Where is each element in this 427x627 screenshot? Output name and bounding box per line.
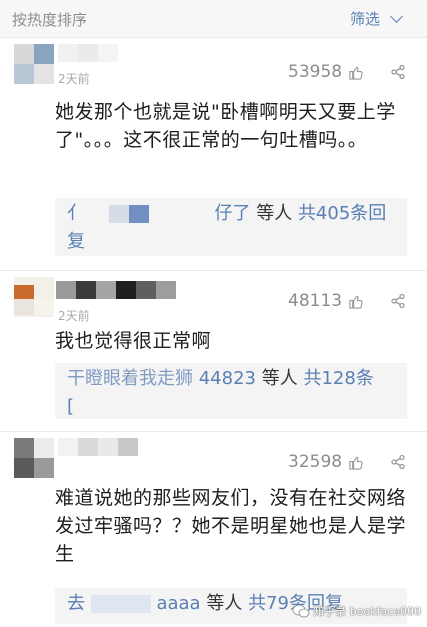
reply-author-tail[interactable]: 仔了 [214,203,250,224]
comment-text: 她发那个也就是说"卧槽啊明天又要上学了"。。。这不很正常的一句吐槽吗。。 [55,101,396,151]
comment-text: 我也觉得很正常啊 [55,330,212,352]
reply-count-label: 等人 [261,368,298,389]
sort-by-hotness-label[interactable]: 按热度排序 [12,9,87,30]
comment-text: 难道说她的那些网友们，没有在社交网络发过牢骚吗？？她不是明星她也是人是学生 [55,487,407,565]
reply-total-link-cont[interactable]: [ [67,393,395,419]
thumb-up-icon [349,66,363,80]
reply-author-number[interactable]: 44823 [199,368,256,389]
like-count: 32598 [288,452,343,472]
reply-preview[interactable]: 干瞪眼着我走狮 44823 等人 共128条 [ [55,363,407,419]
thumb-up-icon [349,456,363,470]
reply-author-tail[interactable]: aaaa [156,593,200,614]
comment-item: 2天前 53958 她发那个也就是说"卧槽啊明天又要上学了"。。。这不很正常的一… [0,38,427,270]
reply-total-link[interactable]: 共128条 [303,368,373,389]
watermark-text: 知乎录 bookface000 [313,605,421,618]
share-icon[interactable] [390,293,406,309]
filter-button[interactable]: 筛选 [349,8,403,29]
reply-preview[interactable]: 亻 仔了 等人 共405条回复 [55,198,407,256]
thumb-up-icon [349,295,363,309]
comment-time: 2天前 [58,309,90,323]
share-icon[interactable] [390,454,406,470]
avatar[interactable] [14,438,54,478]
like-button[interactable]: 32598 [288,452,363,472]
share-icon[interactable] [390,64,406,80]
wechat-logo-icon [292,604,310,618]
like-button[interactable]: 48113 [288,291,363,311]
avatar[interactable] [14,277,54,317]
like-button[interactable]: 53958 [288,62,363,82]
username-blurred[interactable] [56,281,176,299]
reply-author[interactable]: 去 [67,593,85,614]
sort-bar: 按热度排序 筛选 [0,0,427,38]
chevron-down-icon [390,9,403,23]
reply-count-label: 等人 [206,593,243,614]
username-blurred[interactable] [58,438,138,456]
reply-author[interactable]: 亻 [67,203,85,224]
watermark: 知乎录 bookface000 [292,603,421,619]
reply-author[interactable]: 干瞪眼着我走狮 [67,368,193,389]
filter-label: 筛选 [349,10,380,28]
avatar[interactable] [14,44,54,84]
comment-item: 2天前 48113 我也觉得很正常啊 干瞪眼着我走狮 44823 等人 共128… [0,271,427,431]
username-blurred[interactable] [58,44,118,62]
like-count: 48113 [288,291,343,311]
like-count: 53958 [288,62,343,82]
comment-time: 2天前 [58,72,90,86]
comment-item: 32598 难道说她的那些网友们，没有在社交网络发过牢骚吗？？她不是明星她也是人… [0,432,427,627]
reply-count-label: 等人 [256,203,293,224]
